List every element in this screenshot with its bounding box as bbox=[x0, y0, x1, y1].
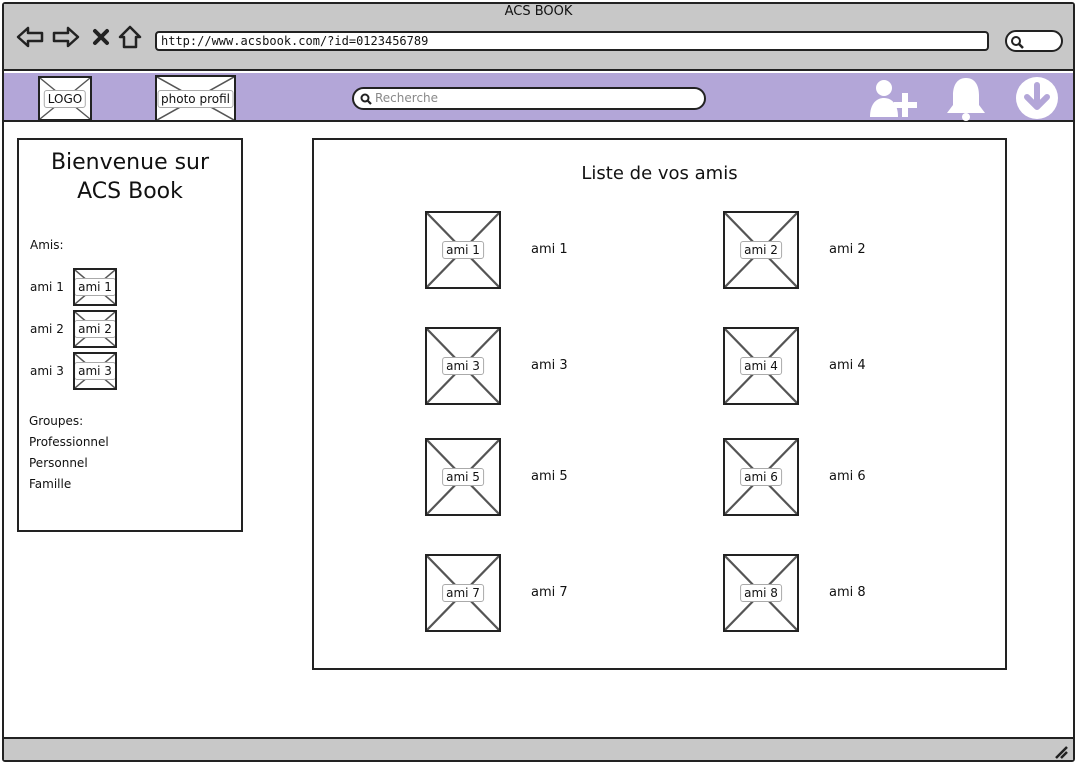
welcome-heading: Bienvenue sur ACS Book bbox=[17, 148, 243, 206]
logo-label: LOGO bbox=[43, 89, 87, 108]
welcome-line-1: Bienvenue sur bbox=[50, 150, 210, 175]
friend-photo[interactable]: ami 1 bbox=[425, 211, 501, 289]
search-input[interactable]: Recherche bbox=[352, 87, 706, 110]
friend-name[interactable]: ami 1 bbox=[531, 242, 568, 257]
friend-name[interactable]: ami 7 bbox=[531, 585, 568, 600]
sidebar-friend-name[interactable]: ami 2 bbox=[30, 322, 64, 336]
close-icon[interactable] bbox=[90, 22, 112, 52]
friends-list-panel bbox=[312, 138, 1007, 670]
friend-photo[interactable]: ami 4 bbox=[723, 327, 799, 405]
friend-photo-label: ami 3 bbox=[442, 357, 484, 375]
back-arrow-icon[interactable] bbox=[15, 22, 45, 52]
download-icon[interactable] bbox=[1012, 76, 1062, 120]
logo[interactable]: LOGO bbox=[38, 76, 92, 121]
window-title: ACS BOOK bbox=[504, 4, 573, 19]
status-bar bbox=[4, 737, 1073, 760]
friend-photo[interactable]: ami 2 bbox=[723, 211, 799, 289]
sidebar-friend-photo[interactable]: ami 3 bbox=[73, 352, 117, 390]
friend-photo-label: ami 4 bbox=[740, 357, 782, 375]
friend-photo[interactable]: ami 7 bbox=[425, 554, 501, 632]
profile-photo[interactable]: photo profil bbox=[155, 75, 236, 122]
url-bar[interactable]: http://www.acsbook.com/?id=0123456789 bbox=[155, 31, 989, 51]
friend-photo-label: ami 7 bbox=[442, 584, 484, 602]
friend-name[interactable]: ami 5 bbox=[531, 469, 568, 484]
search-icon bbox=[360, 93, 372, 105]
friend-name[interactable]: ami 4 bbox=[829, 358, 866, 373]
friend-name[interactable]: ami 3 bbox=[531, 358, 568, 373]
search-icon bbox=[1011, 36, 1024, 49]
sidebar-friend-name[interactable]: ami 1 bbox=[30, 280, 64, 294]
notification-bell-icon[interactable] bbox=[941, 76, 991, 121]
friend-name[interactable]: ami 6 bbox=[829, 469, 866, 484]
friend-photo[interactable]: ami 5 bbox=[425, 438, 501, 516]
friend-photo[interactable]: ami 3 bbox=[425, 327, 501, 405]
group-link-professionnel[interactable]: Professionnel bbox=[29, 435, 109, 449]
welcome-line-2: ACS Book bbox=[77, 179, 183, 204]
resize-grip-icon[interactable] bbox=[1054, 744, 1068, 763]
friend-name[interactable]: ami 8 bbox=[829, 585, 866, 600]
add-friend-icon[interactable] bbox=[866, 76, 920, 120]
sidebar-friend-photo[interactable]: ami 1 bbox=[73, 268, 117, 306]
forward-arrow-icon[interactable] bbox=[51, 22, 81, 52]
home-icon[interactable] bbox=[117, 22, 143, 52]
friend-photo-label: ami 1 bbox=[442, 241, 484, 259]
groups-heading: Groupes: bbox=[29, 414, 84, 428]
friend-photo-label: ami 6 bbox=[740, 468, 782, 486]
friends-list-title: Liste de vos amis bbox=[581, 163, 738, 184]
friend-photo-label: ami 8 bbox=[740, 584, 782, 602]
search-placeholder: Recherche bbox=[375, 91, 439, 105]
profile-photo-label: photo profil bbox=[157, 89, 234, 108]
friend-photo[interactable]: ami 8 bbox=[723, 554, 799, 632]
group-link-famille[interactable]: Famille bbox=[29, 477, 71, 491]
sidebar-friend-photo-label: ami 2 bbox=[75, 320, 115, 338]
friend-photo-label: ami 2 bbox=[740, 241, 782, 259]
browser-search-field[interactable] bbox=[1005, 30, 1063, 52]
sidebar-friend-name[interactable]: ami 3 bbox=[30, 364, 64, 378]
friend-photo[interactable]: ami 6 bbox=[723, 438, 799, 516]
sidebar-friend-photo-label: ami 1 bbox=[75, 278, 115, 296]
group-link-personnel[interactable]: Personnel bbox=[29, 456, 88, 470]
sidebar-friend-photo-label: ami 3 bbox=[75, 362, 115, 380]
sidebar-friend-photo[interactable]: ami 2 bbox=[73, 310, 117, 348]
friend-photo-label: ami 5 bbox=[442, 468, 484, 486]
friends-heading: Amis: bbox=[30, 238, 64, 252]
friend-name[interactable]: ami 2 bbox=[829, 242, 866, 257]
